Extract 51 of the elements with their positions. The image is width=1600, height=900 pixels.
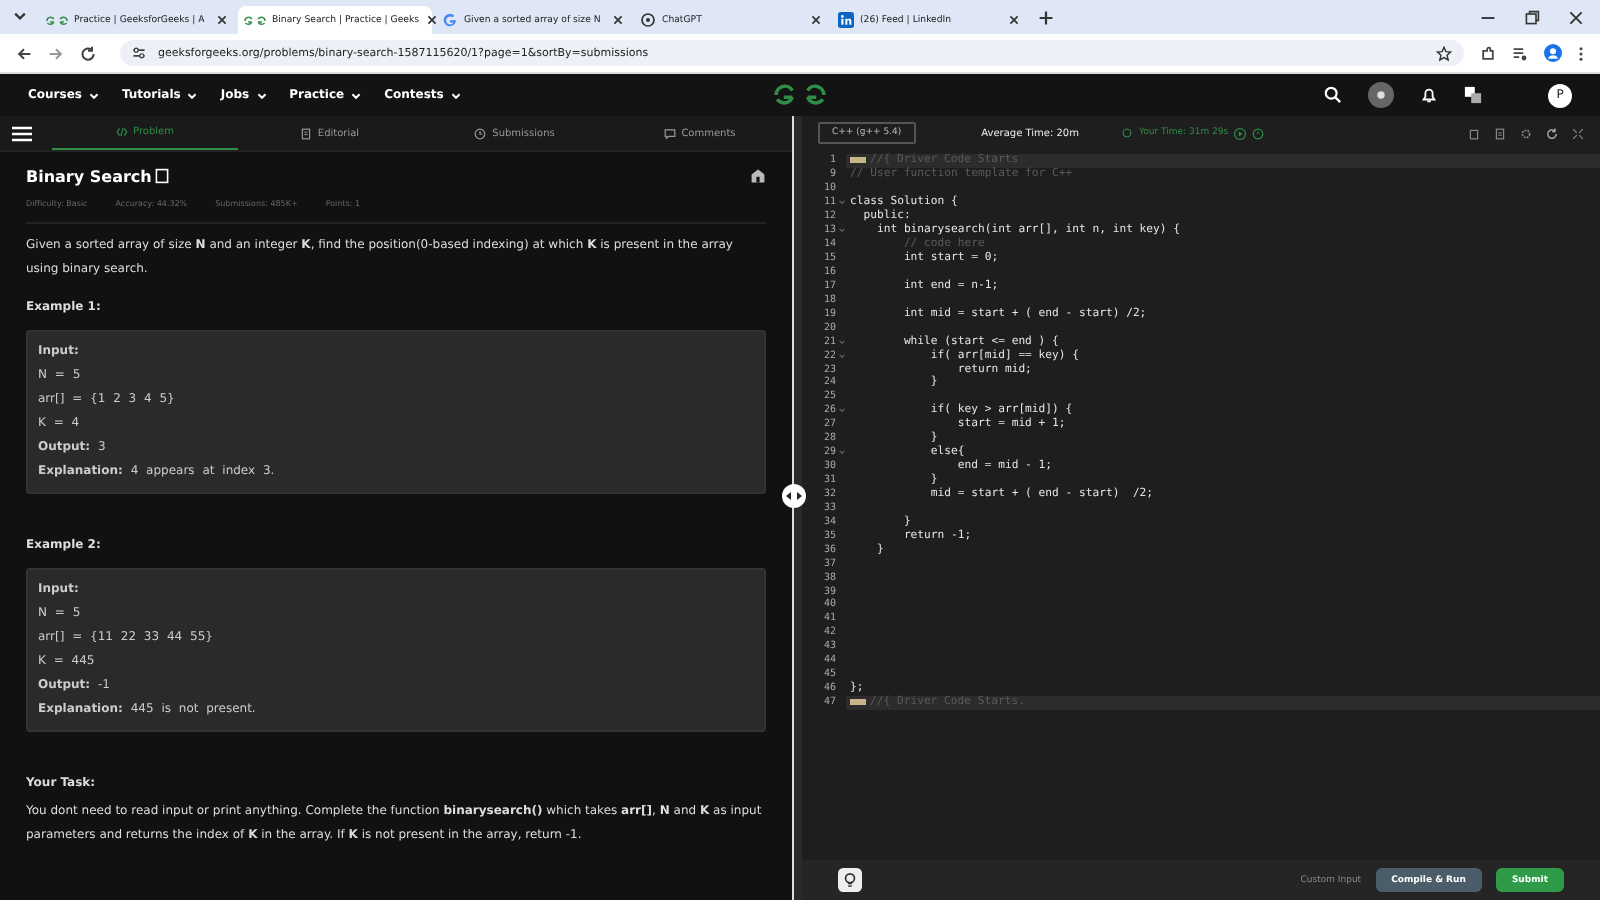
bell-icon[interactable] bbox=[1420, 86, 1438, 104]
lightbulb-icon[interactable] bbox=[838, 868, 862, 892]
close-icon[interactable] bbox=[425, 14, 438, 26]
flower-icon bbox=[640, 12, 656, 28]
reset-icon[interactable] bbox=[1252, 127, 1265, 139]
close-icon[interactable] bbox=[612, 14, 624, 26]
logo-icon bbox=[46, 13, 68, 27]
speech-bubble-icon bbox=[663, 127, 676, 139]
fold-marker-icon[interactable] bbox=[850, 156, 866, 165]
resize-handle-icon[interactable] bbox=[782, 484, 806, 508]
building-icon[interactable] bbox=[750, 168, 766, 184]
play-icon[interactable] bbox=[1234, 127, 1247, 139]
timer-icon bbox=[1122, 128, 1133, 138]
bookmark-icon[interactable] bbox=[153, 168, 170, 184]
close-icon[interactable] bbox=[1008, 14, 1020, 26]
search-icon[interactable] bbox=[1324, 86, 1342, 104]
expand-icon[interactable] bbox=[1572, 127, 1584, 139]
chevron-down-icon bbox=[449, 89, 462, 101]
logo-icon bbox=[244, 13, 266, 27]
theme-toggle-icon[interactable] bbox=[1368, 82, 1394, 108]
google-icon bbox=[442, 12, 458, 28]
chevron-down-icon bbox=[255, 89, 268, 101]
chevron-down-icon bbox=[87, 89, 100, 101]
logo-icon[interactable] bbox=[774, 82, 826, 108]
extensions-icon[interactable] bbox=[1480, 45, 1496, 61]
document-icon bbox=[299, 127, 312, 139]
menu-icon[interactable] bbox=[12, 125, 32, 141]
clock-icon bbox=[474, 127, 487, 139]
media-icon[interactable] bbox=[1512, 45, 1528, 61]
close-icon[interactable] bbox=[216, 14, 228, 26]
restore-icon[interactable] bbox=[1524, 10, 1540, 26]
problem-title: Binary Search bbox=[26, 167, 152, 185]
menu-icon[interactable] bbox=[1578, 45, 1584, 61]
chevron-down-icon[interactable] bbox=[12, 8, 28, 24]
close-icon[interactable] bbox=[810, 14, 822, 26]
linkedin-icon bbox=[838, 12, 854, 28]
plus-icon[interactable] bbox=[1038, 10, 1054, 26]
close-icon[interactable] bbox=[1568, 10, 1584, 26]
document-icon[interactable] bbox=[1494, 127, 1506, 139]
forward-icon[interactable] bbox=[48, 45, 64, 61]
chevron-down-icon bbox=[186, 89, 199, 101]
chevron-down-icon bbox=[350, 89, 363, 101]
star-icon[interactable] bbox=[1436, 45, 1452, 61]
code-icon bbox=[115, 126, 128, 138]
copy-icon[interactable] bbox=[1468, 127, 1480, 139]
tune-icon bbox=[132, 46, 146, 60]
profile-icon[interactable] bbox=[1544, 44, 1562, 62]
back-icon[interactable] bbox=[16, 45, 32, 61]
fold-marker-icon[interactable] bbox=[850, 698, 866, 707]
reload-icon[interactable] bbox=[80, 45, 96, 61]
reset-icon[interactable] bbox=[1546, 127, 1558, 139]
